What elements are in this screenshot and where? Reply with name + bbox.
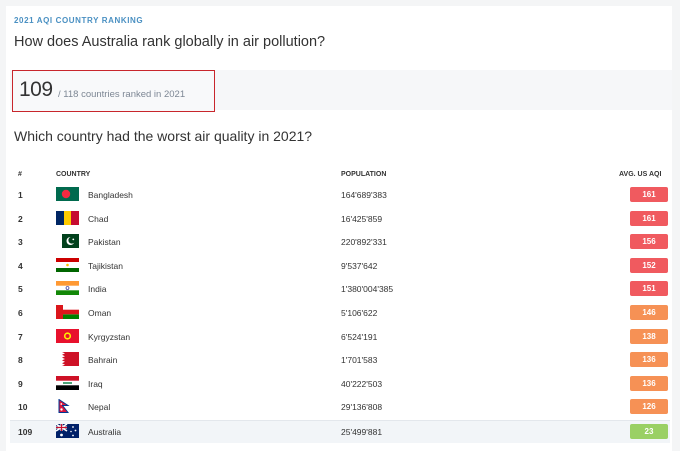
row-country[interactable]: Tajikistan [88, 261, 123, 271]
row-country[interactable]: Pakistan [88, 237, 121, 247]
row-population: 9'537'642 [341, 260, 378, 271]
row-country[interactable]: India [88, 284, 106, 294]
aqi-badge: 151 [630, 281, 668, 297]
header-country: COUNTRY [56, 171, 91, 178]
table-row[interactable]: 7 Kyrgyzstan 6'524'191 138 [10, 326, 670, 349]
kyrgyzstan-flag-icon [56, 328, 79, 343]
table-row[interactable]: 3 Pakistan 220'892'331 156 [10, 231, 670, 254]
row-rank: 6 [18, 308, 23, 318]
aqi-badge: 138 [630, 328, 668, 344]
row-country[interactable]: Nepal [88, 402, 110, 412]
row-population: 1'701'583 [341, 355, 378, 366]
aqi-badge: 156 [630, 234, 668, 250]
australia-flag-icon [56, 424, 79, 438]
iraq-flag-icon [56, 375, 79, 390]
aqi-badge: 161 [630, 187, 668, 202]
row-rank: 2 [18, 213, 23, 224]
row-country[interactable]: Iraq [88, 379, 103, 389]
aqi-badge: 126 [630, 399, 668, 415]
aqi-badge: 161 [630, 210, 668, 226]
aqi-badge: 146 [630, 305, 668, 320]
row-country[interactable]: Kyrgyzstan [88, 332, 130, 342]
table-row[interactable]: 10 Nepal 29'136'808 126 [10, 396, 670, 419]
row-rank: 4 [18, 260, 23, 271]
aqi-badge: 152 [630, 257, 668, 273]
row-rank: 1 [18, 190, 23, 200]
rank-subtitle: / 118 countries ranked in 2021 [58, 89, 186, 100]
row-population: 1'380'004'385 [341, 284, 394, 295]
nepal-flag-icon [56, 399, 79, 414]
row-rank: 9 [18, 378, 23, 389]
row-rank: 109 [18, 427, 33, 437]
rank-summary: 109 / 118 countries ranked in 2021 [12, 70, 215, 112]
india-flag-icon [56, 281, 79, 296]
aqi-badge: 23 [630, 424, 668, 439]
section-eyebrow: 2021 AQI COUNTRY RANKING [14, 16, 144, 25]
row-population: 29'136'808 [341, 402, 383, 413]
tajikistan-flag-icon [56, 257, 79, 272]
pakistan-flag-icon [56, 234, 79, 249]
oman-flag-icon [56, 305, 79, 319]
row-population: 6'524'191 [341, 331, 378, 342]
ranking-card: 2021 AQI COUNTRY RANKING How does Austra… [6, 6, 672, 451]
bangladesh-flag-icon [56, 187, 79, 201]
header-population: POPULATION [341, 171, 387, 178]
worst-question: Which country had the worst air quality … [14, 128, 313, 144]
row-country[interactable]: Chad [88, 214, 108, 224]
table-row[interactable]: 9 Iraq 40'222'503 136 [10, 373, 670, 396]
table-row[interactable]: 109 Australia 25'499'881 23 [10, 420, 670, 443]
row-rank: 7 [18, 331, 23, 342]
row-country[interactable]: Bangladesh [88, 190, 133, 200]
row-population: 164'689'383 [341, 190, 387, 200]
header-rank: # [18, 171, 22, 178]
header-aqi: AVG. US AQI [619, 171, 662, 178]
table-row[interactable]: 6 Oman 5'106'622 146 [10, 302, 670, 325]
aqi-badge: 136 [630, 375, 668, 391]
row-population: 16'425'859 [341, 213, 383, 224]
row-rank: 3 [18, 237, 23, 248]
row-population: 25'499'881 [341, 427, 383, 437]
row-country[interactable]: Oman [88, 308, 111, 318]
row-rank: 8 [18, 355, 23, 366]
row-rank: 10 [18, 402, 28, 413]
rank-question: How does Australia rank globally in air … [14, 34, 326, 50]
row-population: 5'106'622 [341, 308, 378, 318]
row-rank: 5 [18, 284, 23, 295]
row-country[interactable]: Bahrain [88, 355, 117, 365]
rank-value: 109 [19, 78, 53, 101]
row-population: 40'222'503 [341, 378, 383, 389]
row-country[interactable]: Australia [88, 427, 121, 437]
table-row[interactable]: 5 India 1'380'004'385 151 [10, 278, 670, 301]
bahrain-flag-icon [56, 352, 79, 367]
table-row[interactable]: 4 Tajikistan 9'537'642 152 [10, 255, 670, 278]
table-row[interactable]: 2 Chad 16'425'859 161 [10, 208, 670, 231]
aqi-badge: 136 [630, 352, 668, 368]
chad-flag-icon [56, 210, 79, 225]
row-population: 220'892'331 [341, 237, 387, 248]
table-row[interactable]: 8 Bahrain 1'701'583 136 [10, 349, 670, 372]
table-row[interactable]: 1 Bangladesh 164'689'383 161 [10, 184, 670, 207]
